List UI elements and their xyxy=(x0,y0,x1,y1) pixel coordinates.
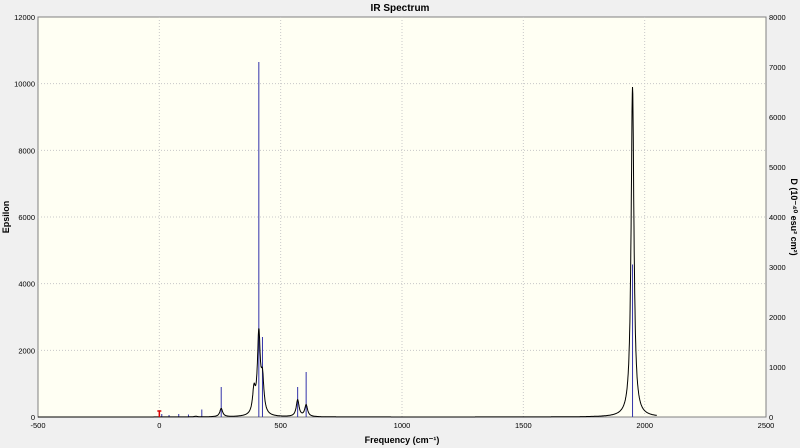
y-left-tick-label: 0 xyxy=(31,413,35,422)
x-tick-label: 2000 xyxy=(636,421,653,430)
y-left-tick-label: 8000 xyxy=(18,146,35,155)
y-left-tick-label: 6000 xyxy=(18,213,35,222)
x-tick-label: 1000 xyxy=(394,421,411,430)
y-right-tick-label: 6000 xyxy=(769,113,786,122)
y-right-tick-label: 3000 xyxy=(769,263,786,272)
x-tick-label: 500 xyxy=(274,421,287,430)
y-axis-left-label: Epsilon xyxy=(1,201,11,234)
x-tick-label: 1500 xyxy=(515,421,532,430)
y-right-tick-label: 8000 xyxy=(769,13,786,22)
y-left-tick-label: 2000 xyxy=(18,346,35,355)
y-right-tick-label: 1000 xyxy=(769,363,786,372)
y-right-tick-label: 2000 xyxy=(769,313,786,322)
y-axis-right-label: D (10⁻⁴⁰ esu² cm²) xyxy=(789,178,799,255)
y-left-tick-label: 10000 xyxy=(14,80,35,89)
x-tick-label: 0 xyxy=(157,421,161,430)
x-axis-label: Frequency (cm⁻¹) xyxy=(365,435,440,445)
y-right-tick-label: 4000 xyxy=(769,213,786,222)
x-tick-label: 2500 xyxy=(758,421,775,430)
y-left-tick-label: 12000 xyxy=(14,13,35,22)
ir-spectrum-chart: IR Spectrum -500 0 500 1000 1500 2000 2500 0 200… xyxy=(0,0,800,448)
y-left-tick-label: 4000 xyxy=(18,280,35,289)
chart-title: IR Spectrum xyxy=(371,3,430,14)
chart-svg: IR Spectrum -500 0 500 1000 1500 2000 25000200… xyxy=(0,0,800,448)
y-right-tick-label: 7000 xyxy=(769,63,786,72)
x-tick-label: -500 xyxy=(30,421,45,430)
y-right-tick-label: 5000 xyxy=(769,163,786,172)
y-right-tick-label: 0 xyxy=(769,413,773,422)
